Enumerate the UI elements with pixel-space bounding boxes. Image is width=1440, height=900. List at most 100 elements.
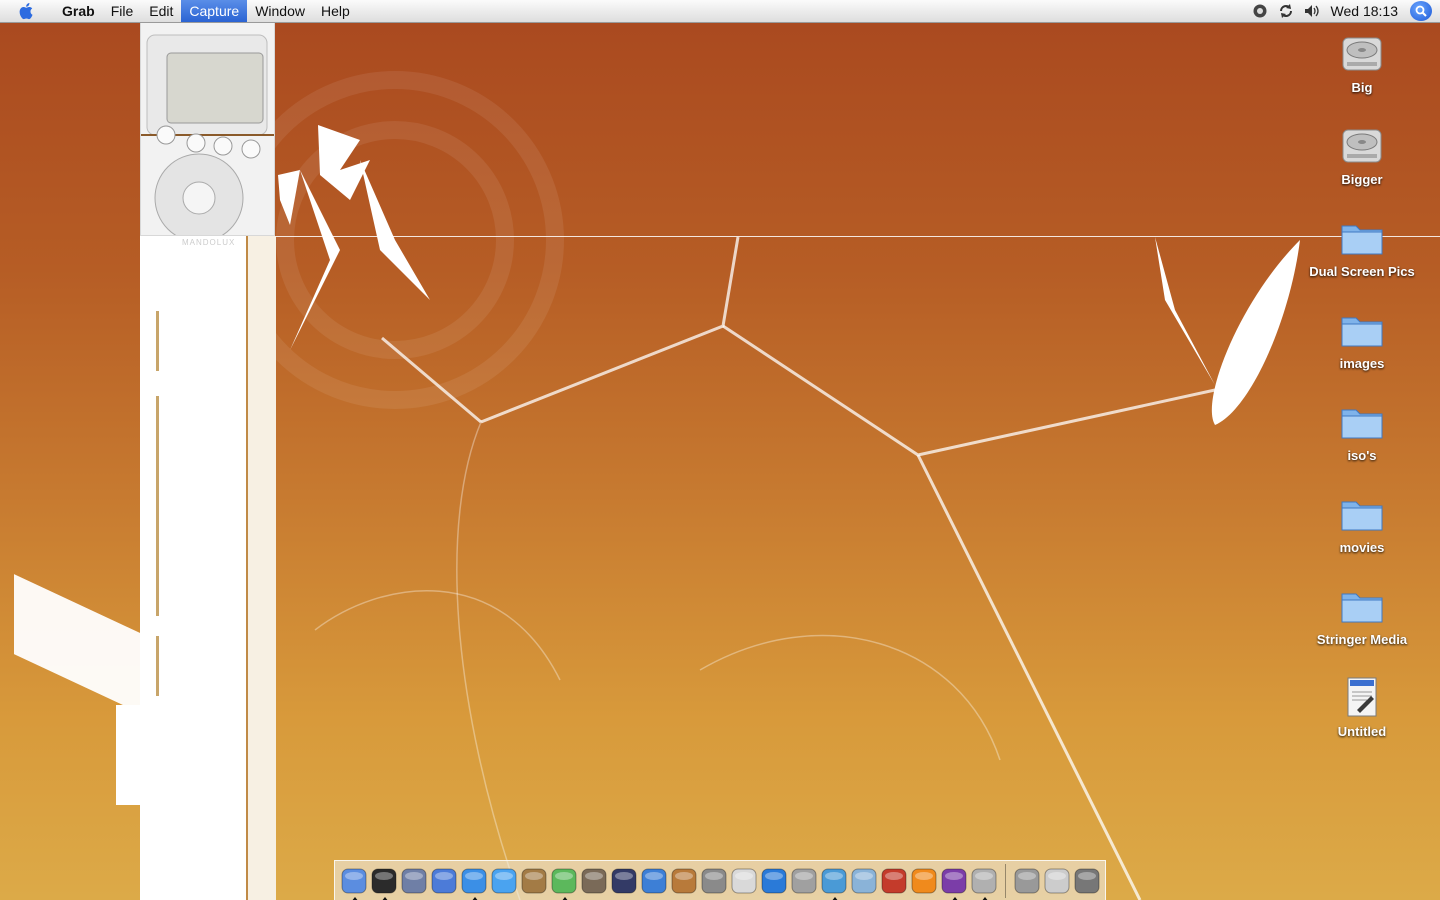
- menu-file[interactable]: File: [103, 0, 142, 22]
- desktop-icon[interactable]: Dual Screen Pics: [1302, 214, 1422, 279]
- desktop-icon-label: Stringer Media: [1316, 632, 1408, 647]
- dashboard-icon: [371, 868, 397, 893]
- desktop-icon-label: movies: [1339, 540, 1385, 555]
- dock-item-filezilla[interactable]: [879, 866, 909, 896]
- dock-item-ical[interactable]: [729, 866, 759, 896]
- dock-item-itunes[interactable]: [549, 866, 579, 900]
- dock-item-iweb[interactable]: [699, 866, 729, 896]
- speaker-icon: [1304, 5, 1319, 17]
- desktop-icon[interactable]: Big: [1302, 30, 1422, 95]
- dock-item-finder[interactable]: [339, 866, 369, 900]
- menu-extras: Wed 18:13: [1247, 0, 1440, 22]
- dock-item-dashboard[interactable]: [369, 866, 399, 900]
- desktop-icon[interactable]: iso's: [1302, 398, 1422, 463]
- vlc-icon: [911, 868, 937, 893]
- dock-separator: [1005, 863, 1006, 898]
- ichat-icon: [491, 868, 517, 893]
- dock-item-utility[interactable]: [969, 866, 999, 900]
- desktop-icon-label: iso's: [1347, 448, 1377, 463]
- yahoo-messenger-icon: [941, 868, 967, 893]
- dock-item-quicktime[interactable]: [759, 866, 789, 896]
- spotlight-button[interactable]: [1410, 1, 1432, 21]
- desktop-icon[interactable]: movies: [1302, 490, 1422, 555]
- filezilla-icon: [881, 868, 907, 893]
- dock-item-preview[interactable]: [399, 866, 429, 896]
- desktop: MANDOLUX Grab File Edit Capture Window H…: [0, 0, 1440, 900]
- dock: [334, 860, 1106, 900]
- iweb-icon: [701, 868, 727, 893]
- dock-item-idvd[interactable]: [639, 866, 669, 896]
- desktop-icon[interactable]: Untitled: [1302, 674, 1422, 739]
- iphoto-icon: [581, 868, 607, 893]
- apple-icon: [19, 3, 33, 20]
- dock-item-yahoo-messenger[interactable]: [939, 866, 969, 900]
- finder-icon: [341, 868, 367, 893]
- apple-menu[interactable]: [0, 0, 54, 22]
- fetch-icon: [431, 868, 457, 893]
- dock-item-trash[interactable]: [1072, 866, 1102, 896]
- safari-icon: [461, 868, 487, 893]
- hard-disk-icon: [1342, 37, 1382, 71]
- search-icon: [1415, 5, 1427, 17]
- ical-icon: [731, 868, 757, 893]
- dock-item-safari[interactable]: [459, 866, 489, 900]
- dock-item-address-book[interactable]: [519, 866, 549, 896]
- handheld-icon: [851, 868, 877, 893]
- downloads-stack-icon: [1044, 868, 1070, 893]
- wallpaper-line: [274, 236, 1440, 237]
- menu-edit[interactable]: Edit: [141, 0, 181, 22]
- folder-icon: [1341, 501, 1383, 531]
- address-book-icon: [521, 868, 547, 893]
- dock-item-downloads-stack[interactable]: [1042, 866, 1072, 896]
- desktop-icon[interactable]: Bigger: [1302, 122, 1422, 187]
- trash-icon: [1074, 868, 1100, 893]
- running-indicator: [381, 896, 389, 900]
- running-indicator: [351, 896, 359, 900]
- itunes-icon: [551, 868, 577, 893]
- quicktime-icon: [761, 868, 787, 893]
- mail-icon: [1014, 868, 1040, 893]
- folder-icon: [1341, 317, 1383, 347]
- desktop-icon-label: Dual Screen Pics: [1309, 264, 1415, 279]
- volume-menu-extra[interactable]: [1299, 0, 1325, 22]
- wallpaper-column-edge: [246, 236, 276, 900]
- sync-menu-extra[interactable]: [1273, 0, 1299, 22]
- eye-circle-icon: [1253, 4, 1267, 18]
- dock-item-garageband[interactable]: [669, 866, 699, 896]
- desktop-icon-label: images: [1339, 356, 1385, 371]
- dock-item-ichat[interactable]: [489, 866, 519, 896]
- desktop-icon-label: Big: [1351, 80, 1373, 95]
- dock-item-handheld[interactable]: [849, 866, 879, 896]
- garageband-icon: [671, 868, 697, 893]
- menu-capture[interactable]: Capture: [181, 0, 248, 22]
- menu-window[interactable]: Window: [247, 0, 313, 22]
- dock-item-mail[interactable]: [1012, 866, 1042, 896]
- dock-item-messenger[interactable]: [819, 866, 849, 900]
- imovie-icon: [611, 868, 637, 893]
- folder-icon: [1341, 593, 1383, 623]
- ipod-illustration: [140, 22, 275, 243]
- folder-icon: [1341, 225, 1383, 255]
- dock-item-imovie[interactable]: [609, 866, 639, 896]
- folder-icon: [1341, 409, 1383, 439]
- dock-item-vlc[interactable]: [909, 866, 939, 896]
- dock-item-iphoto[interactable]: [579, 866, 609, 896]
- system-preferences-icon: [791, 868, 817, 893]
- desktop-icon[interactable]: Stringer Media: [1302, 582, 1422, 647]
- desktop-icon[interactable]: images: [1302, 306, 1422, 371]
- menu-clock[interactable]: Wed 18:13: [1325, 3, 1410, 19]
- running-indicator: [831, 896, 839, 900]
- status-menu-extra[interactable]: [1247, 0, 1273, 22]
- document-icon: [1347, 677, 1377, 717]
- wallpaper-brand-text: MANDOLUX: [182, 238, 236, 247]
- messenger-icon: [821, 868, 847, 893]
- running-indicator: [951, 896, 959, 900]
- menu-bar: Grab File Edit Capture Window Help Wed 1…: [0, 0, 1440, 23]
- wallpaper-lamp-post: [116, 705, 140, 805]
- menu-help[interactable]: Help: [313, 0, 358, 22]
- running-indicator: [471, 896, 479, 900]
- dock-item-fetch[interactable]: [429, 866, 459, 896]
- desktop-icon-label: Untitled: [1337, 724, 1387, 739]
- menu-app-name[interactable]: Grab: [54, 0, 103, 22]
- dock-item-system-preferences[interactable]: [789, 866, 819, 896]
